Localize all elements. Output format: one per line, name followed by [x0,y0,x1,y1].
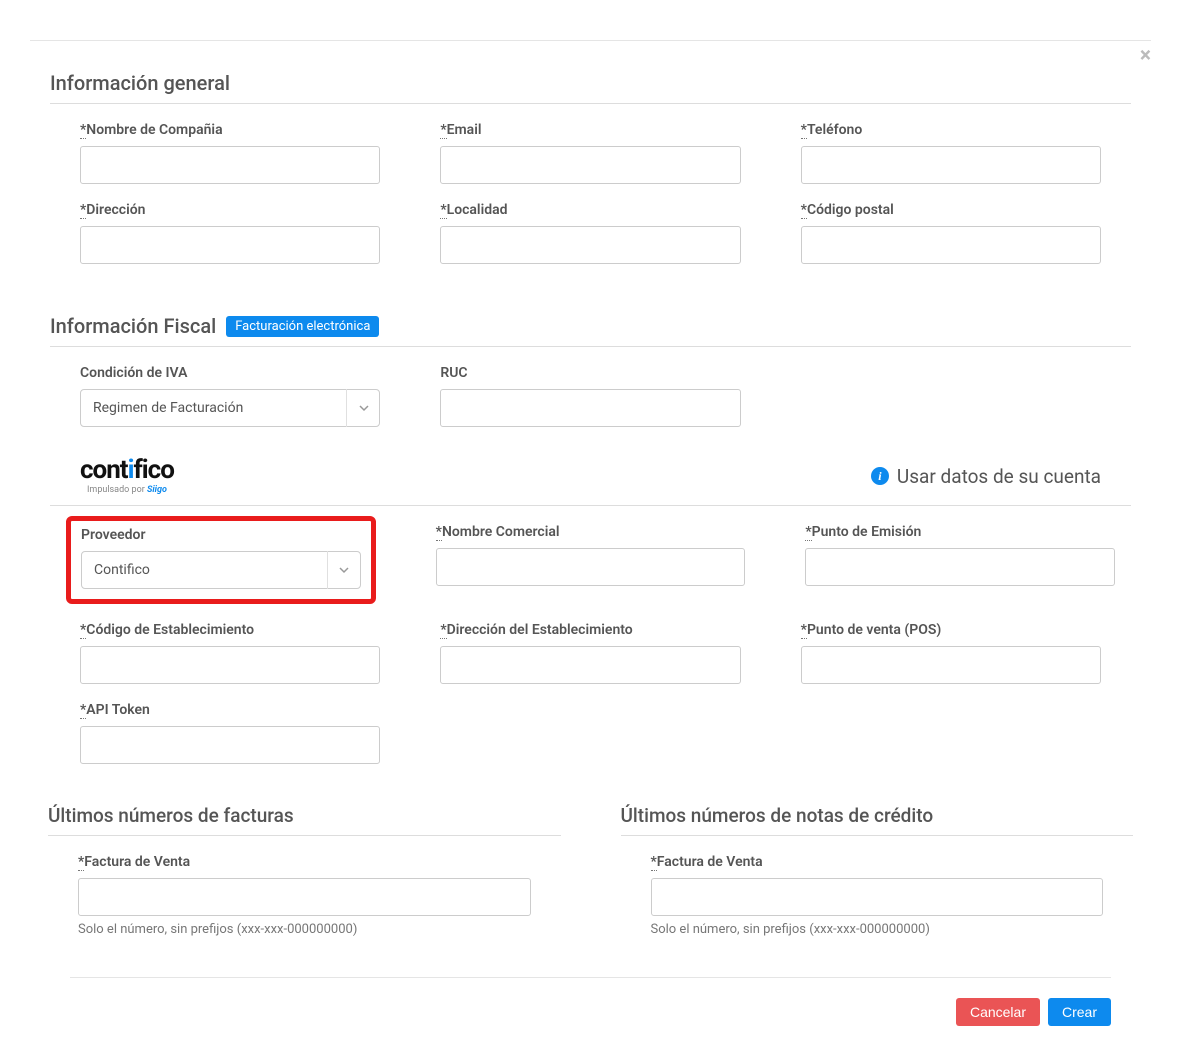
input-establishment-code[interactable] [80,646,380,684]
section-fiscal-title: Información Fiscal [50,314,216,338]
select-iva-value: Regimen de Facturación [80,389,380,427]
label-api-token: API Token [86,702,150,718]
field-emission-point: *Punto de Emisión [805,524,1115,604]
label-postal: Código postal [807,202,894,218]
help-credit-num: Solo el número, sin prefijos (xxx-xxx-00… [651,922,1104,937]
field-address: *Dirección [80,202,380,264]
contifico-header: contifico Impulsado por Siigo i Usar dat… [50,427,1131,506]
badge-electronic-invoice[interactable]: Facturación electrónica [226,316,379,337]
label-emission-point: Punto de Emisión [812,524,922,540]
logo-subtitle: Impulsado por Siigo [87,485,167,495]
field-pos: *Punto de venta (POS) [801,622,1101,684]
field-api-token: *API Token [80,702,380,764]
label-provider: Proveedor [81,527,361,543]
section-general: Información general *Nombre de Compañia … [30,41,1151,264]
section-fiscal: Información Fiscal Facturación electróni… [30,284,1151,764]
section-last-invoices: Últimos números de facturas *Factura de … [48,784,561,937]
close-icon[interactable]: × [1140,46,1151,67]
section-general-title: Información general [50,41,1131,104]
field-trade-name: *Nombre Comercial [436,524,746,604]
input-postal[interactable] [801,226,1101,264]
field-establishment-addr: *Dirección del Establecimiento [440,622,740,684]
chevron-down-icon [327,551,361,589]
input-invoice-num[interactable] [78,878,531,916]
field-email: *Email [440,122,740,184]
input-credit-num[interactable] [651,878,1104,916]
input-emission-point[interactable] [805,548,1115,586]
input-pos[interactable] [801,646,1101,684]
modal-container: × Información general *Nombre de Compañi… [0,40,1181,1046]
create-button[interactable]: Crear [1048,998,1111,1026]
label-pos: Punto de venta (POS) [807,622,941,638]
modal-body: × Información general *Nombre de Compañi… [30,40,1151,1046]
label-establishment-addr: Dirección del Establecimiento [447,622,633,638]
field-locality: *Localidad [440,202,740,264]
input-phone[interactable] [801,146,1101,184]
input-establishment-addr[interactable] [440,646,740,684]
chevron-down-icon [346,389,380,427]
field-company: *Nombre de Compañia [80,122,380,184]
label-locality: Localidad [447,202,508,218]
logo-text: contifico [80,457,174,483]
label-iva: Condición de IVA [80,365,380,381]
label-trade-name: Nombre Comercial [442,524,560,540]
input-trade-name[interactable] [436,548,746,586]
provider-highlight: Proveedor Contifico [66,516,376,604]
use-account-link[interactable]: i Usar datos de su cuenta [871,465,1101,488]
label-ruc: RUC [440,365,740,381]
select-provider-value: Contifico [81,551,361,589]
label-address: Dirección [86,202,145,218]
input-address[interactable] [80,226,380,264]
input-locality[interactable] [440,226,740,264]
field-postal: *Código postal [801,202,1101,264]
label-credit-num: Factura de Venta [657,854,763,870]
field-iva: Condición de IVA Regimen de Facturación [80,365,380,427]
last-credit-title: Últimos números de notas de crédito [621,784,1134,836]
label-email: Email [447,122,482,138]
input-email[interactable] [440,146,740,184]
modal-footer: Cancelar Crear [70,977,1111,1046]
label-establishment-code: Código de Establecimiento [86,622,254,638]
contifico-logo: contifico Impulsado por Siigo [80,457,174,495]
section-last-credit: Últimos números de notas de crédito *Fac… [621,784,1134,937]
last-invoices-title: Últimos números de facturas [48,784,561,836]
select-iva[interactable]: Regimen de Facturación [80,389,380,427]
label-phone: Teléfono [807,122,862,138]
field-credit-num: *Factura de Venta Solo el número, sin pr… [651,854,1104,937]
label-invoice-num: Factura de Venta [84,854,190,870]
input-api-token[interactable] [80,726,380,764]
section-fiscal-header: Información Fiscal Facturación electróni… [50,284,1131,347]
info-icon: i [871,467,889,485]
field-invoice-num: *Factura de Venta Solo el número, sin pr… [78,854,531,937]
select-provider[interactable]: Contifico [81,551,361,589]
input-ruc[interactable] [440,389,740,427]
use-account-text: Usar datos de su cuenta [897,465,1101,488]
field-ruc: RUC [440,365,740,427]
cancel-button[interactable]: Cancelar [956,998,1040,1026]
field-establishment-code: *Código de Establecimiento [80,622,380,684]
help-invoice-num: Solo el número, sin prefijos (xxx-xxx-00… [78,922,531,937]
label-company: Nombre de Compañia [86,122,222,138]
input-company[interactable] [80,146,380,184]
field-phone: *Teléfono [801,122,1101,184]
